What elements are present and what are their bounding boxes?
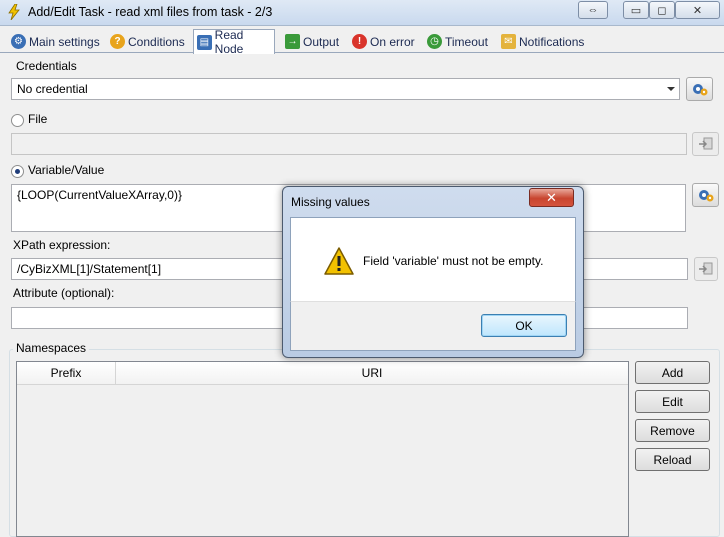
dialog-body: Field 'variable' must not be empty. (290, 217, 576, 301)
tab-output[interactable]: → Output (282, 31, 344, 52)
browse-arrow-icon (698, 137, 712, 150)
dialog-close-button[interactable]: ✕ (529, 188, 574, 207)
close-window-button[interactable]: ✕ (675, 1, 720, 19)
tab-strip: ⚙ Main settings ? Conditions ▤ Read Node… (0, 28, 724, 56)
column-header-prefix[interactable]: Prefix (17, 362, 116, 384)
help-icon: ? (110, 34, 125, 49)
window-title: Add/Edit Task - read xml files from task… (28, 5, 273, 19)
warning-icon (324, 247, 354, 275)
lightning-app-icon (8, 4, 20, 20)
xpath-browse-button[interactable] (694, 257, 718, 281)
envelope-icon: ✉ (501, 34, 516, 49)
xml-node-icon: ▤ (197, 34, 212, 50)
output-icon: → (285, 34, 300, 49)
browse-arrow-icon (699, 262, 713, 275)
attribute-label: Attribute (optional): (13, 286, 115, 300)
credentials-value: No credential (17, 82, 88, 96)
tab-on-error[interactable]: ! On error (349, 31, 419, 52)
tab-conditions[interactable]: ? Conditions (107, 31, 190, 52)
xpath-label: XPath expression: (13, 238, 111, 252)
credentials-label: Credentials (16, 59, 77, 73)
maximize-button[interactable]: ◻ (649, 1, 675, 19)
add-namespace-button[interactable]: Add (635, 361, 710, 384)
xpath-value: /CyBizXML[1]/Statement[1] (17, 262, 162, 276)
namespaces-grid[interactable]: Prefix URI (16, 361, 629, 537)
gears-icon (692, 84, 707, 96)
move-window-button[interactable]: ⇔ (578, 1, 608, 19)
variable-value: {LOOP(CurrentValueXArray,0)} (17, 188, 182, 202)
tab-label: Timeout (445, 34, 488, 49)
namespaces-label: Namespaces (13, 341, 90, 355)
gears-icon (698, 190, 713, 202)
tab-read-node[interactable]: ▤ Read Node (193, 28, 275, 56)
minimize-button[interactable]: ▭ (623, 1, 649, 19)
chevron-down-icon[interactable] (667, 87, 675, 91)
variable-radio[interactable] (11, 165, 24, 178)
grid-header: Prefix URI (17, 362, 628, 385)
dialog-footer: OK (290, 301, 576, 351)
file-path-input[interactable] (11, 133, 687, 155)
error-icon: ! (352, 34, 367, 49)
window-titlebar: Add/Edit Task - read xml files from task… (0, 0, 724, 26)
tab-label: Conditions (128, 34, 185, 49)
browse-file-button[interactable] (692, 132, 719, 156)
variable-label: Variable/Value (28, 163, 105, 177)
file-radio[interactable] (11, 114, 24, 127)
gears-icon: ⚙ (11, 34, 26, 49)
tab-main-settings[interactable]: ⚙ Main settings (8, 31, 103, 52)
tab-label: Notifications (519, 34, 585, 49)
file-label: File (28, 112, 48, 126)
edit-namespace-button[interactable]: Edit (635, 390, 710, 413)
dialog-message: Field 'variable' must not be empty. (363, 254, 544, 268)
ok-button[interactable]: OK (481, 314, 567, 337)
tab-label: Read Node (214, 28, 244, 56)
clock-icon: ◷ (427, 34, 442, 49)
tab-notifications[interactable]: ✉ Notifications (498, 31, 592, 52)
credentials-settings-button[interactable] (686, 77, 713, 101)
dialog-title: Missing values (291, 195, 370, 209)
remove-namespace-button[interactable]: Remove (635, 419, 710, 442)
column-header-uri[interactable]: URI (116, 362, 628, 384)
tab-label: On error (370, 34, 415, 49)
tab-label: Output (303, 34, 340, 49)
reload-namespace-button[interactable]: Reload (635, 448, 710, 471)
missing-values-dialog: Missing values ✕ Field 'variable' must n… (282, 186, 584, 358)
credentials-combobox[interactable]: No credential (11, 78, 680, 100)
tab-label: Main settings (29, 34, 100, 49)
tab-timeout[interactable]: ◷ Timeout (424, 31, 494, 52)
variable-settings-button[interactable] (692, 183, 719, 207)
